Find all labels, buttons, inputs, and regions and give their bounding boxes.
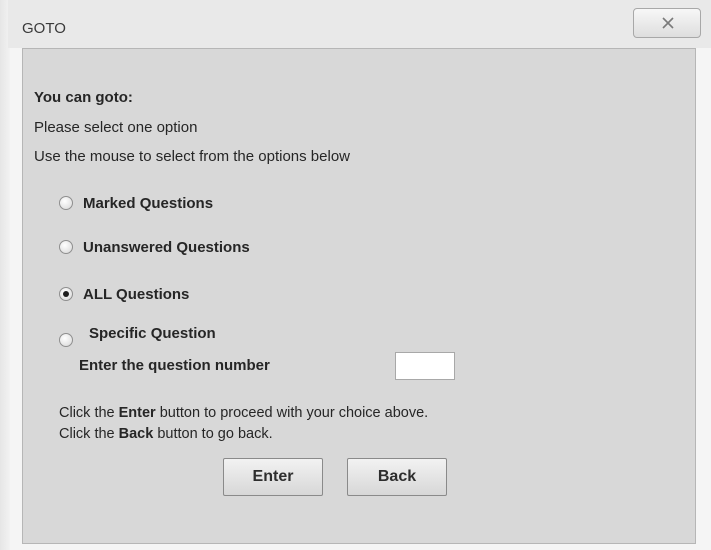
window-edge — [0, 0, 10, 550]
question-number-label: Enter the question number — [79, 357, 270, 374]
help-line-back-prefix: Click the — [59, 426, 119, 442]
help-line-enter-suffix: button to proceed with your choice above… — [155, 405, 429, 421]
heading: You can goto: — [34, 89, 133, 106]
radio-all-questions[interactable] — [59, 287, 73, 301]
radio-marked-questions[interactable] — [59, 196, 73, 210]
radio-unanswered-questions[interactable] — [59, 240, 73, 254]
help-line-enter: Click the Enter button to proceed with y… — [59, 405, 428, 421]
instruction-mouse: Use the mouse to select from the options… — [34, 148, 350, 165]
option-label-unanswered-questions[interactable]: Unanswered Questions — [83, 239, 250, 256]
instruction-select: Please select one option — [34, 119, 198, 136]
close-button[interactable] — [633, 8, 701, 38]
close-icon — [662, 17, 674, 29]
option-label-specific-question[interactable]: Specific Question — [89, 325, 216, 342]
help-line-back-suffix: button to go back. — [153, 426, 273, 442]
option-label-all-questions[interactable]: ALL Questions — [83, 286, 189, 303]
help-enter-keyword: Enter — [118, 405, 156, 421]
dialog-content: You can goto: Please select one option U… — [22, 48, 696, 544]
help-line-enter-prefix: Click the — [59, 405, 119, 421]
goto-dialog: GOTO You can goto: Please select one opt… — [0, 0, 711, 550]
help-back-keyword: Back — [118, 426, 154, 442]
enter-button[interactable]: Enter — [223, 458, 323, 496]
radio-specific-question[interactable] — [59, 333, 73, 347]
window-title: GOTO — [22, 20, 66, 37]
option-label-marked-questions[interactable]: Marked Questions — [83, 195, 213, 212]
title-bar[interactable]: GOTO — [8, 0, 711, 48]
back-button[interactable]: Back — [347, 458, 447, 496]
question-number-input[interactable] — [395, 352, 455, 380]
help-line-back: Click the Back button to go back. — [59, 426, 273, 442]
